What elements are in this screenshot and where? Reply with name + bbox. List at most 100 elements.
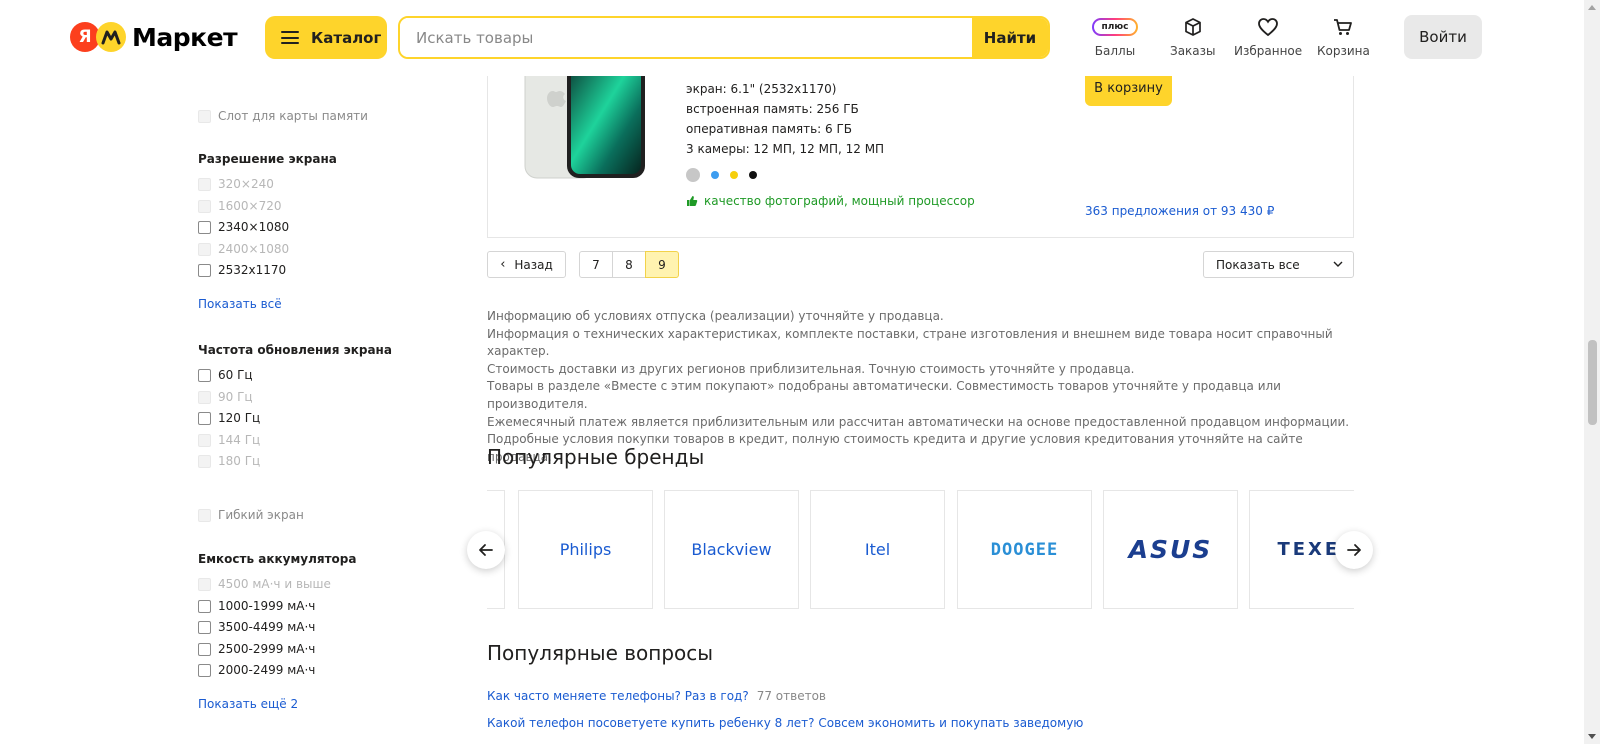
color-option-blue[interactable] [711,171,719,179]
back-button[interactable]: ‹ Назад [487,251,566,278]
filter-title-resolution: Разрешение экрана [198,152,337,166]
filter-option[interactable]: 2000-2499 мА·ч [198,661,315,679]
thumbs-up-icon [687,196,698,206]
question-item[interactable]: Какой телефон посоветуете купить ребенку… [487,716,1083,730]
filter-option[interactable]: 1000-1999 мА·ч [198,597,315,615]
filter-flexible-screen[interactable]: Гибкий экран [198,506,304,524]
asus-logo: ASUS [1128,535,1213,564]
filter-label: 3500-4499 мА·ч [218,620,316,634]
filter-option[interactable]: 180 Гц [198,452,260,470]
answers-count: 77 ответов [756,689,826,703]
checkbox[interactable] [198,433,211,447]
filter-title-refresh-rate: Частота обновления экрана [198,343,392,357]
carousel-next-button[interactable] [1335,531,1373,569]
search-bar: Найти [398,16,1050,59]
filter-option[interactable]: 2500-2999 мА·ч [198,640,315,658]
nav-cart[interactable]: Корзина [1317,14,1370,58]
menu-icon [281,31,299,44]
filter-option[interactable]: 60 Гц [198,366,253,384]
checkbox[interactable] [198,390,211,404]
color-option-black[interactable] [749,171,757,179]
feature-text: качество фотографий, мощный процессор [704,194,975,208]
product-feature: качество фотографий, мощный процессор [686,194,975,208]
filter-label: 1000-1999 мА·ч [218,599,316,613]
chevron-down-icon [1333,261,1343,267]
brand-name: Blackview [691,540,772,559]
carousel-prev-button[interactable] [467,531,505,569]
plus-badge-label: плюс [1094,20,1136,34]
nav-favorites[interactable]: Избранное [1234,14,1302,58]
scrollbar[interactable] [1584,0,1600,744]
filter-label: 2400×1080 [218,242,290,256]
checkbox[interactable] [198,454,211,468]
filter-option[interactable]: 320×240 [198,175,274,193]
spec-line: оперативная память: 6 ГБ [686,122,853,136]
filter-label: Гибкий экран [218,508,304,522]
login-button[interactable]: Войти [1404,15,1482,59]
filter-label: 60 Гц [218,368,253,382]
filter-option[interactable]: 90 Гц [198,388,253,406]
product-card: экран: 6.1" (2532x1170) встроенная памят… [487,55,1354,238]
nav-orders-label: Заказы [1170,44,1216,58]
brands-carousel: Philips Blackview Itel DOOGEE ASUS TEXET [487,490,1354,609]
filter-option[interactable]: 2532x1170 [198,261,286,279]
search-input[interactable] [400,18,972,57]
filter-option[interactable]: 120 Гц [198,409,260,427]
scroll-up-arrow-icon[interactable] [1588,5,1596,10]
color-options [686,168,768,182]
logo-m-icon [96,22,126,52]
filter-option[interactable]: 144 Гц [198,431,260,449]
filter-option[interactable]: 1600×720 [198,197,282,215]
color-option-silver[interactable] [686,168,700,182]
brand-card-asus[interactable]: ASUS [1103,490,1238,609]
filter-title-battery: Емкость аккумулятора [198,552,357,566]
brand-card-itel[interactable]: Itel [810,490,945,609]
product-specs: экран: 6.1" (2532x1170) встроенная памят… [686,79,884,159]
search-button[interactable]: Найти [972,18,1048,57]
question-item[interactable]: Как часто меняете телефоны? Раз в год? 77… [487,689,826,703]
checkbox[interactable] [198,577,211,591]
doogee-logo: DOOGEE [990,539,1059,560]
page-9-current[interactable]: 9 [645,251,679,278]
question-text: Как часто меняете телефоны? Раз в год? [487,689,749,703]
filter-memory-slot[interactable]: Слот для карты памяти [198,107,368,125]
brand-card-blackview[interactable]: Blackview [664,490,799,609]
scrollbar-thumb[interactable] [1588,340,1597,425]
spec-line: экран: 6.1" (2532x1170) [686,82,837,96]
checkbox[interactable] [198,599,211,613]
checkbox[interactable] [198,199,211,213]
checkbox[interactable] [198,109,211,123]
page: Я Маркет Каталог Найти плюс Баллы Заказы [0,0,1600,744]
checkbox[interactable] [198,411,211,425]
checkbox[interactable] [198,663,211,677]
filter-option[interactable]: 2400×1080 [198,240,289,258]
checkbox[interactable] [198,620,211,634]
checkbox[interactable] [198,642,211,656]
show-all-dropdown[interactable]: Показать все [1203,251,1354,278]
catalog-button[interactable]: Каталог [265,16,387,59]
brand-card-doogee[interactable]: DOOGEE [957,490,1092,609]
checkbox[interactable] [198,242,211,256]
filter-option[interactable]: 2340×1080 [198,218,289,236]
checkbox[interactable] [198,177,211,191]
checkbox[interactable] [198,508,211,522]
checkbox[interactable] [198,368,211,382]
spec-line: 3 камеры: 12 МП, 12 МП, 12 МП [686,142,885,156]
page-7[interactable]: 7 [579,251,613,278]
brand-card-philips[interactable]: Philips [518,490,653,609]
yandex-market-logo[interactable]: Я Маркет [70,22,238,52]
scroll-down-arrow-icon[interactable] [1588,734,1596,739]
nav-orders[interactable]: Заказы [1170,14,1216,58]
brands-title: Популярные бренды [487,445,705,469]
offers-link[interactable]: 363 предложения от 93 430 ₽ [1085,204,1274,218]
page-8[interactable]: 8 [612,251,646,278]
checkbox[interactable] [198,220,211,234]
nav-points[interactable]: плюс Баллы [1092,14,1138,58]
filter-option[interactable]: 4500 мА·ч и выше [198,575,331,593]
color-option-gold[interactable] [730,171,738,179]
disclaimer-line: Информация о технических характеристиках… [487,326,1333,359]
checkbox[interactable] [198,263,211,277]
show-all-resolutions-link[interactable]: Показать всё [198,297,282,311]
filter-option[interactable]: 3500-4499 мА·ч [198,618,315,636]
show-more-battery-link[interactable]: Показать ещё 2 [198,697,298,711]
